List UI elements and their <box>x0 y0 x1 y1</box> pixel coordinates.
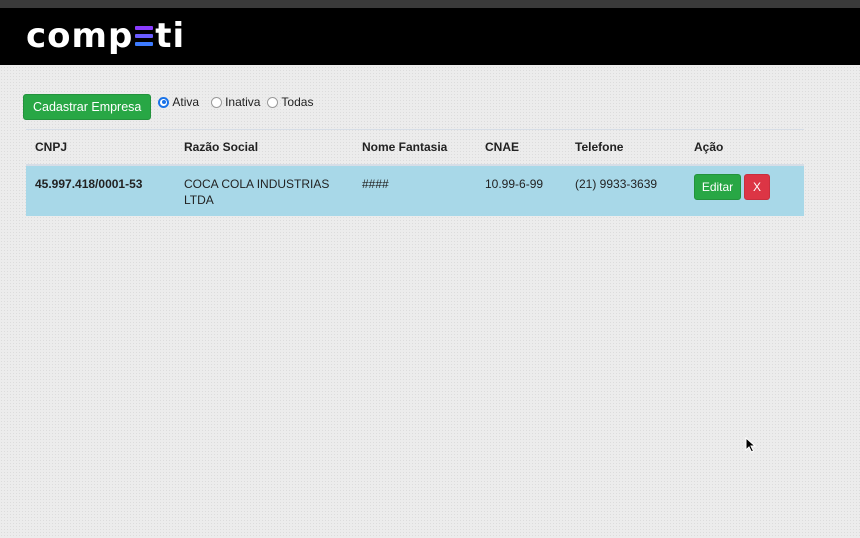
toolbar: Cadastrar Empresa Ativa Inativa Todas <box>23 94 316 120</box>
logo-e-glyph <box>135 25 154 47</box>
table-header-row: CNPJ Razão Social Nome Fantasia CNAE Tel… <box>26 130 804 166</box>
empresas-table: CNPJ Razão Social Nome Fantasia CNAE Tel… <box>26 129 804 216</box>
competi-logo[interactable]: comp ti <box>26 16 186 56</box>
status-filter: Ativa Inativa Todas <box>158 95 316 109</box>
column-header-cnae: CNAE <box>476 130 566 166</box>
column-header-nome-fantasia: Nome Fantasia <box>353 130 476 166</box>
cell-nome-fantasia: #### <box>353 165 476 216</box>
filter-todas[interactable]: Todas <box>267 95 313 109</box>
cell-razao-social: COCA COLA INDUSTRIAS LTDA <box>175 165 353 216</box>
razao-social-text: COCA COLA INDUSTRIAS LTDA <box>184 177 330 207</box>
cell-cnpj: 45.997.418/0001-53 <box>26 165 175 216</box>
column-header-acao: Ação <box>685 130 804 166</box>
cell-telefone: (21) 9933-3639 <box>566 165 685 216</box>
filter-ativa[interactable]: Ativa <box>158 95 199 109</box>
radio-unchecked-icon[interactable] <box>211 96 223 108</box>
mouse-pointer-icon <box>745 437 757 453</box>
logo-text-right: ti <box>155 16 186 56</box>
filter-label: Ativa <box>172 95 200 109</box>
cell-cnae: 10.99-6-99 <box>476 165 566 216</box>
filter-inativa[interactable]: Inativa <box>211 95 260 109</box>
editar-button[interactable]: Editar <box>694 174 741 200</box>
filter-label: Todas <box>281 95 314 109</box>
column-header-razao-social: Razão Social <box>175 130 353 166</box>
radio-checked-icon[interactable] <box>158 96 170 108</box>
cell-acao: Editar X <box>685 165 804 216</box>
table-row[interactable]: 45.997.418/0001-53 COCA COLA INDUSTRIAS … <box>26 165 804 216</box>
navbar: comp ti <box>0 8 860 65</box>
radio-unchecked-icon[interactable] <box>267 96 279 108</box>
filter-label: Inativa <box>225 95 261 109</box>
column-header-telefone: Telefone <box>566 130 685 166</box>
window-top-strip <box>0 0 860 8</box>
delete-button[interactable]: X <box>744 174 770 200</box>
logo-text-left: comp <box>26 16 134 56</box>
cadastrar-empresa-button[interactable]: Cadastrar Empresa <box>23 94 152 120</box>
column-header-cnpj: CNPJ <box>26 130 175 166</box>
